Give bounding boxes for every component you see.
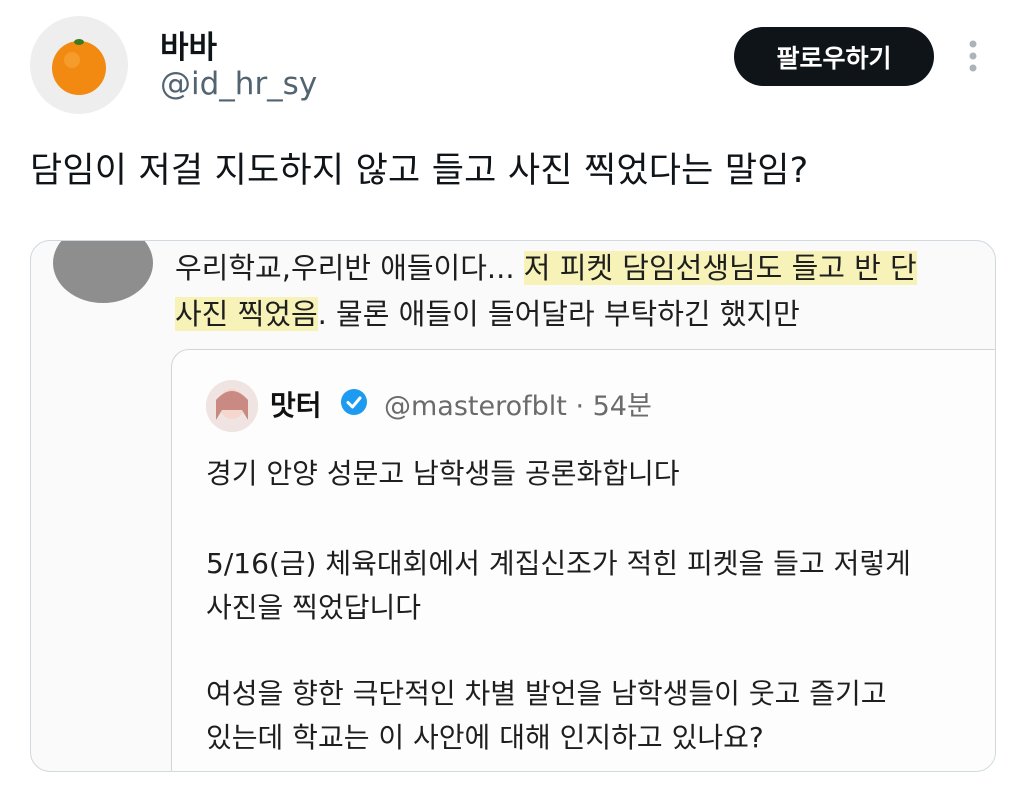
quoted-text-line: 경기 안양 성문고 남학생들 공론화합니다 bbox=[206, 457, 680, 490]
attached-image[interactable]: 우리학교,우리반 애들이다... 저 피켓 담임선생님도 들고 반 단 사진 찍… bbox=[30, 240, 996, 772]
quoted-handle: @masterofblt · 54분 bbox=[384, 391, 652, 422]
quoted-text-line: 5/16(금) 체육대회에서 계집신조가 적힌 피켓을 들고 저렇게 bbox=[206, 547, 911, 580]
highlighted-text: 저 피켓 담임선생님도 들고 반 단 bbox=[523, 251, 917, 285]
quoted-text-line: 여성을 향한 극단적인 차별 발언을 남학생들이 웃고 즐기고 bbox=[206, 677, 887, 710]
screenshot-text: 우리학교,우리반 애들이다... bbox=[175, 251, 524, 285]
quoted-text-line: 있는데 학교는 이 사안에 대해 인지하고 있나요? bbox=[206, 721, 764, 754]
highlighted-text: 사진 찍었음 bbox=[175, 297, 318, 331]
quoted-post: 맛터 @masterofblt · 54분 경기 안양 성문고 남학생들 공론화… bbox=[171, 349, 995, 771]
screenshot-text-line-2: 사진 찍었음. 물론 애들이 들어달라 부탁하긴 했지만 bbox=[175, 291, 800, 333]
tweet-text: 담임이 저걸 지도하지 않고 들고 사진 찍었다는 말임? bbox=[30, 151, 809, 191]
screenshot-avatar bbox=[53, 241, 153, 303]
verified-badge-icon bbox=[341, 389, 367, 415]
quoted-name: 맛터 bbox=[270, 389, 322, 422]
follow-button[interactable]: 팔로우하기 bbox=[734, 27, 934, 86]
user-handle[interactable]: @id_hr_sy bbox=[160, 66, 317, 102]
more-options-icon[interactable] bbox=[958, 38, 988, 74]
tangerine-icon bbox=[52, 39, 106, 95]
screenshot-text-line-1: 우리학교,우리반 애들이다... 저 피켓 담임선생님도 들고 반 단 bbox=[175, 245, 917, 287]
avatar[interactable] bbox=[30, 16, 128, 114]
screenshot-text: . 물론 애들이 들어달라 부탁하긴 했지만 bbox=[317, 297, 800, 331]
quoted-avatar bbox=[206, 380, 258, 432]
display-name[interactable]: 바바 bbox=[160, 22, 217, 67]
quoted-text-line: 사진을 찍었답니다 bbox=[206, 591, 421, 624]
